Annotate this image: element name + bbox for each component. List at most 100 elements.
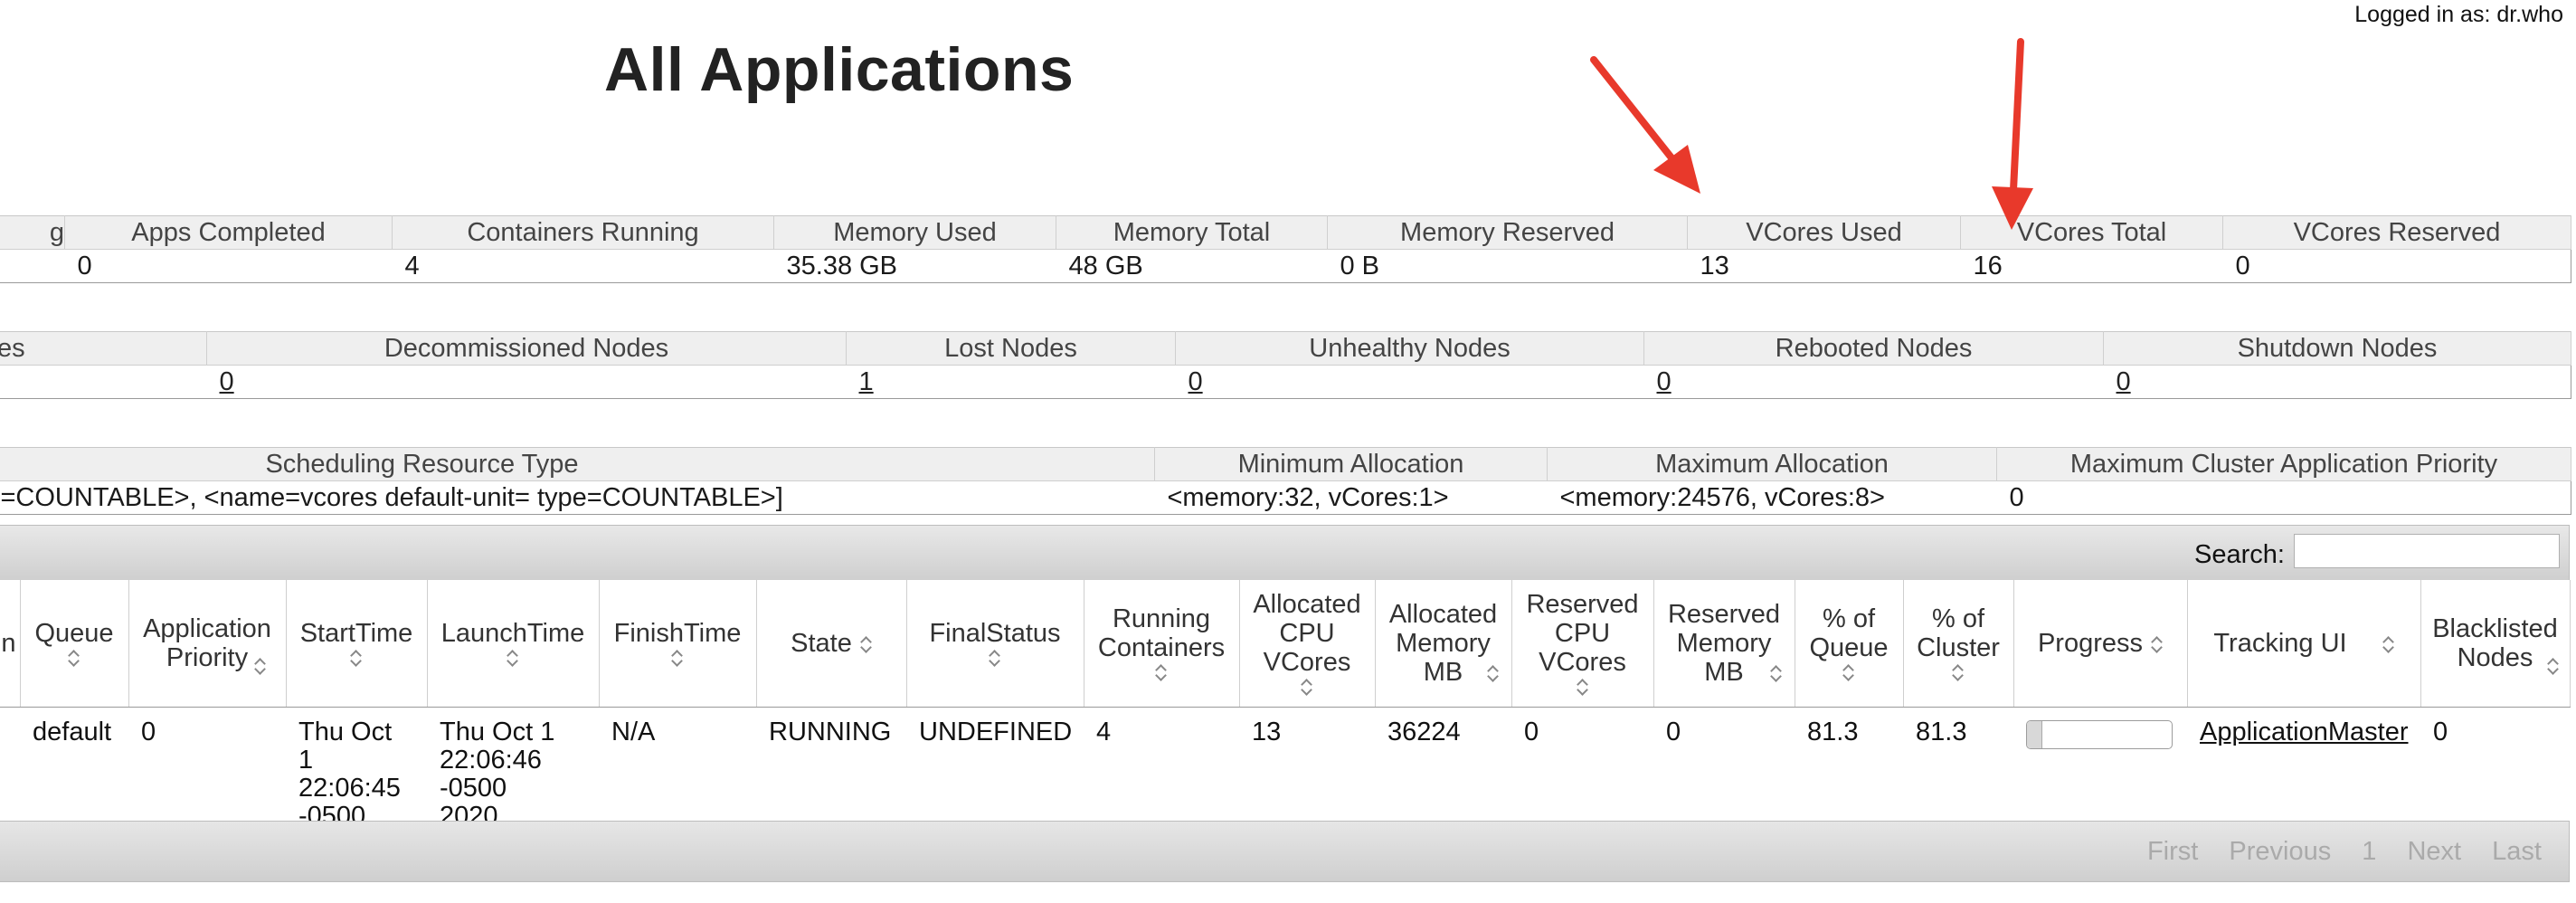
sort-icon <box>1156 662 1167 682</box>
value-containers-running: 4 <box>392 249 774 283</box>
value-active-nodes-partial <box>0 365 207 399</box>
header-unhealthy-nodes: Unhealthy Nodes <box>1175 331 1644 366</box>
column-header-progress[interactable]: Progress <box>2013 580 2188 708</box>
header-shutdown-nodes: Shutdown Nodes <box>2103 331 2571 366</box>
header-minimum-allocation: Minimum Allocation <box>1154 447 1548 481</box>
table-toolbar: Search: <box>0 525 2570 581</box>
column-header-final-status[interactable]: FinalStatus <box>906 580 1084 708</box>
value-vcores-reserved: 0 <box>2222 249 2571 283</box>
header-max-cluster-app-priority: Maximum Cluster Application Priority <box>1996 447 2571 481</box>
sort-icon <box>861 634 872 654</box>
cluster-metrics-table: g Apps Completed Containers Running Memo… <box>0 215 2571 283</box>
value-memory-total: 48 GB <box>1056 249 1328 283</box>
column-header-allocated-memory[interactable]: Allocated Memory MB <box>1375 580 1512 708</box>
header-decommissioned-nodes: Decommissioned Nodes <box>206 331 847 366</box>
page-number[interactable]: 1 <box>2362 837 2376 866</box>
node-metrics-values: 0 1 0 0 0 <box>0 365 2571 399</box>
sort-icon <box>255 656 266 676</box>
header-memory-total: Memory Total <box>1056 215 1328 250</box>
value-minimum-allocation: <memory:32, vCores:1> <box>1154 480 1548 515</box>
value-vcores-total: 16 <box>1960 249 2223 283</box>
rebooted-nodes-link[interactable]: 0 <box>1657 367 1672 396</box>
pagination: First Previous 1 Next Last <box>2124 837 2542 867</box>
column-header-queue[interactable]: Queue <box>20 580 129 708</box>
annotation-arrow-vcores-used <box>1590 56 1700 194</box>
lost-nodes-link[interactable]: 1 <box>859 367 874 396</box>
shutdown-nodes-link[interactable]: 0 <box>2117 367 2131 396</box>
scheduler-metrics-table: Scheduling Resource Type Minimum Allocat… <box>0 447 2571 515</box>
applications-table: n Queue Application Priority StartTime L… <box>0 580 2571 859</box>
search-label: Search: <box>2194 540 2285 569</box>
column-header-state[interactable]: State <box>756 580 907 708</box>
next-page-button[interactable]: Next <box>2407 837 2461 866</box>
column-header-allocated-cpu-vcores[interactable]: Allocated CPU VCores <box>1239 580 1376 708</box>
column-header-priority[interactable]: Application Priority <box>128 580 287 708</box>
column-header-finish-time[interactable]: FinishTime <box>599 580 757 708</box>
sort-icon <box>1577 677 1588 697</box>
cluster-metrics-header: g Apps Completed Containers Running Memo… <box>0 215 2571 250</box>
progress-bar <box>2026 720 2173 749</box>
table-footer: First Previous 1 Next Last <box>0 821 2570 882</box>
sort-icon <box>351 648 362 668</box>
unhealthy-nodes-link[interactable]: 0 <box>1189 367 1203 396</box>
column-header-name-partial[interactable]: n <box>0 580 21 708</box>
page-title: All Applications <box>604 35 1075 104</box>
sort-icon <box>2383 634 2394 654</box>
first-page-button[interactable]: First <box>2147 837 2198 866</box>
header-containers-running: Containers Running <box>392 215 774 250</box>
column-header-running-containers[interactable]: Running Containers <box>1084 580 1240 708</box>
header-active-nodes-partial: es <box>0 331 207 366</box>
cluster-metrics-values: 0 4 35.38 GB 48 GB 0 B 13 16 0 <box>0 249 2571 283</box>
node-metrics-table: es Decommissioned Nodes Lost Nodes Unhea… <box>0 331 2571 399</box>
value-memory-reserved: 0 B <box>1327 249 1688 283</box>
sort-icon <box>69 648 80 668</box>
value-vcores-used: 13 <box>1687 249 1961 283</box>
annotation-arrow-vcores-total <box>1992 38 2033 230</box>
header-rebooted-nodes: Rebooted Nodes <box>1643 331 2104 366</box>
sort-icon <box>2152 634 2163 654</box>
value-apps-completed: 0 <box>64 249 393 283</box>
value-maximum-allocation: <memory:24576, vCores:8> <box>1547 480 1997 515</box>
sort-icon <box>1771 663 1782 683</box>
column-header-tracking-ui[interactable]: Tracking UI <box>2187 580 2421 708</box>
value-scheduling-resource-type: =COUNTABLE>, <name=vcores default-unit= … <box>0 480 1155 515</box>
header-vcores-reserved: VCores Reserved <box>2222 215 2571 250</box>
sort-icon <box>2548 656 2559 676</box>
logged-in-user: Logged in as: dr.who <box>2354 2 2563 27</box>
column-header-blacklisted-nodes[interactable]: Blacklisted Nodes <box>2420 580 2571 708</box>
header-apps-completed: Apps Completed <box>64 215 393 250</box>
column-header-pct-cluster[interactable]: % of Cluster <box>1903 580 2014 708</box>
header-vcores-used: VCores Used <box>1687 215 1961 250</box>
decommissioned-nodes-link[interactable]: 0 <box>220 367 234 396</box>
column-header-start-time[interactable]: StartTime <box>286 580 428 708</box>
sort-icon <box>507 648 518 668</box>
scheduler-metrics-header: Scheduling Resource Type Minimum Allocat… <box>0 447 2571 481</box>
progress-fill <box>2027 721 2042 748</box>
sort-icon <box>672 648 683 668</box>
sort-icon <box>1953 662 1964 682</box>
sort-icon <box>990 648 1000 668</box>
header-maximum-allocation: Maximum Allocation <box>1547 447 1997 481</box>
scheduler-metrics-values: =COUNTABLE>, <name=vcores default-unit= … <box>0 480 2571 515</box>
header-memory-reserved: Memory Reserved <box>1327 215 1688 250</box>
tracking-ui-link[interactable]: ApplicationMaster <box>2200 718 2409 746</box>
value-apps-running-partial <box>0 249 65 283</box>
sort-icon <box>1302 677 1312 697</box>
previous-page-button[interactable]: Previous <box>2229 837 2331 866</box>
header-apps-running-partial: g <box>0 215 65 250</box>
last-page-button[interactable]: Last <box>2492 837 2542 866</box>
value-memory-used: 35.38 GB <box>773 249 1056 283</box>
sort-icon <box>1488 663 1499 683</box>
column-header-reserved-cpu-vcores[interactable]: Reserved CPU VCores <box>1511 580 1654 708</box>
column-header-pct-queue[interactable]: % of Queue <box>1795 580 1904 708</box>
column-header-reserved-memory[interactable]: Reserved Memory MB <box>1653 580 1795 708</box>
header-memory-used: Memory Used <box>773 215 1056 250</box>
header-lost-nodes: Lost Nodes <box>846 331 1176 366</box>
value-max-cluster-app-priority: 0 <box>1996 480 2571 515</box>
sort-icon <box>1843 662 1854 682</box>
node-metrics-header: es Decommissioned Nodes Lost Nodes Unhea… <box>0 331 2571 366</box>
header-scheduling-resource-type: Scheduling Resource Type <box>0 447 1155 481</box>
column-header-launch-time[interactable]: LaunchTime <box>427 580 600 708</box>
applications-header-row: n Queue Application Priority StartTime L… <box>0 580 2571 708</box>
search-input[interactable] <box>2294 534 2560 568</box>
